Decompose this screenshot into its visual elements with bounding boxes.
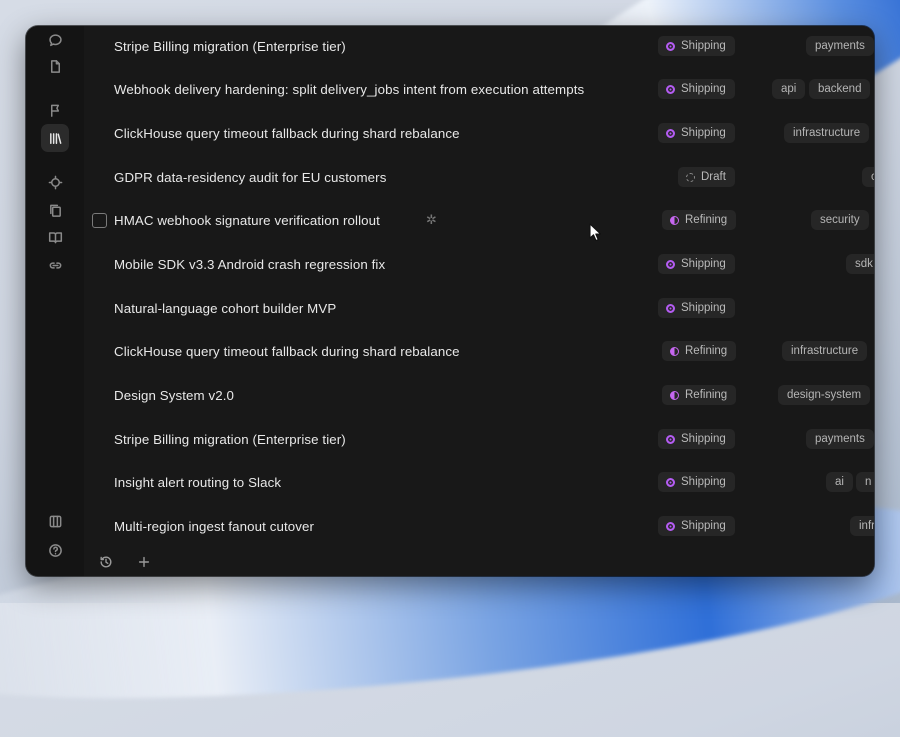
item-title: Insight alert routing to Slack [114,474,282,490]
shipping-status-icon [666,303,675,313]
tag-chip[interactable]: payments [806,36,874,56]
row-checkbox[interactable] [92,212,107,228]
tag-chip[interactable]: n [856,472,874,492]
shipping-status-icon [666,128,675,138]
item-title: GDPR data-residency audit for EU custome… [114,169,387,185]
status-badge[interactable]: Shipping [658,79,735,99]
status-label: Shipping [681,258,726,270]
shipping-status-icon [666,434,675,444]
status-badge[interactable]: Refining [662,385,737,405]
tag-chip[interactable]: infrastructure [782,341,868,361]
status-badge[interactable]: Shipping [658,254,735,274]
list-item[interactable]: GDPR data-residency audit for EU custome… [84,155,874,199]
tag-chip[interactable]: infrastructure [784,123,870,143]
item-title: Multi-region ingest fanout cutover [114,518,315,534]
status-label: Shipping [681,433,726,445]
status-badge[interactable]: Shipping [658,36,735,56]
app-window: Stripe Billing migration (Enterprise tie… [26,26,874,576]
tag-chip[interactable]: c [862,167,874,187]
refining-status-icon [670,390,679,400]
status-label: Shipping [681,83,726,95]
status-badge[interactable]: Refining [662,341,737,361]
shipping-status-icon [666,521,675,531]
status-label: Draft [701,171,726,183]
item-title: Stripe Billing migration (Enterprise tie… [114,38,346,54]
item-title: Design System v2.0 [114,387,235,403]
status-label: Shipping [681,127,726,139]
item-title: Webhook delivery hardening: split delive… [114,81,585,97]
refining-status-icon [670,346,679,356]
status-label: Refining [685,345,728,357]
shipping-status-icon [666,84,675,94]
list-item[interactable]: Insight alert routing to Slack Shipping … [84,460,874,504]
sidebar-rail [26,26,84,576]
help-icon[interactable] [41,536,69,564]
item-title: HMAC webhook signature verification roll… [114,212,380,228]
tag-chip[interactable]: design-system [778,385,871,405]
list-item[interactable]: Webhook delivery hardening: split delive… [84,67,874,111]
shipping-status-icon [666,41,675,51]
book-icon[interactable] [41,223,69,251]
refining-status-icon [670,215,679,225]
shipping-status-icon [666,477,675,487]
loading-spinner-icon: ✲ [426,212,437,227]
tag-chip[interactable]: security [811,210,869,230]
tag-chip[interactable]: payments [806,429,874,449]
list-item[interactable]: Natural-language cohort builder MVP Ship… [84,286,874,330]
bottom-toolbar [84,548,874,576]
history-icon[interactable] [95,551,117,573]
shipping-status-icon [666,259,675,269]
link-icon[interactable] [41,251,69,279]
plus-icon[interactable] [133,551,155,573]
initiatives-list: Stripe Billing migration (Enterprise tie… [84,26,874,576]
status-label: Shipping [681,40,726,52]
draft-status-icon [686,172,695,182]
status-label: Shipping [681,302,726,314]
item-title: ClickHouse query timeout fallback during… [114,343,460,359]
document-icon[interactable] [41,52,69,80]
status-label: Shipping [681,520,726,532]
item-title: Mobile SDK v3.3 Android crash regression… [114,256,386,272]
item-title: ClickHouse query timeout fallback during… [114,125,460,141]
crosshair-icon[interactable] [41,168,69,196]
copy-icon[interactable] [41,196,69,224]
status-badge[interactable]: Refining [662,210,737,230]
tag-chip[interactable]: api [772,79,806,99]
list-item[interactable]: Multi-region ingest fanout cutover Shipp… [84,504,874,548]
tag-chip[interactable]: infr [850,516,874,536]
status-badge[interactable]: Draft [678,167,735,187]
status-label: Refining [685,389,728,401]
flag-icon[interactable] [41,96,69,124]
list-item[interactable]: HMAC webhook signature verification roll… [84,198,874,242]
status-badge[interactable]: Shipping [658,298,735,318]
status-badge[interactable]: Shipping [658,472,735,492]
tag-chip[interactable]: ai [826,472,853,492]
status-badge[interactable]: Shipping [658,123,735,143]
item-title: Stripe Billing migration (Enterprise tie… [114,431,346,447]
status-label: Shipping [681,476,726,488]
chat-bubble-icon[interactable] [41,26,69,54]
list-item[interactable]: ClickHouse query timeout fallback during… [84,111,874,155]
list-item[interactable]: Stripe Billing migration (Enterprise tie… [84,417,874,461]
list-item[interactable]: Stripe Billing migration (Enterprise tie… [84,26,874,68]
tag-chip[interactable]: backend [809,79,871,99]
status-label: Refining [685,214,728,226]
library-icon[interactable] [41,124,69,152]
tag-chip[interactable]: sdk [846,254,874,274]
mouse-cursor-icon [589,223,602,242]
status-badge[interactable]: Shipping [658,516,735,536]
status-badge[interactable]: Shipping [658,429,735,449]
list-item[interactable]: Mobile SDK v3.3 Android crash regression… [84,242,874,286]
list-item[interactable]: ClickHouse query timeout fallback during… [84,329,874,373]
item-title: Natural-language cohort builder MVP [114,300,337,316]
list-item[interactable]: Design System v2.0 Refining design-syste… [84,373,874,417]
panel-icon[interactable] [41,507,69,535]
